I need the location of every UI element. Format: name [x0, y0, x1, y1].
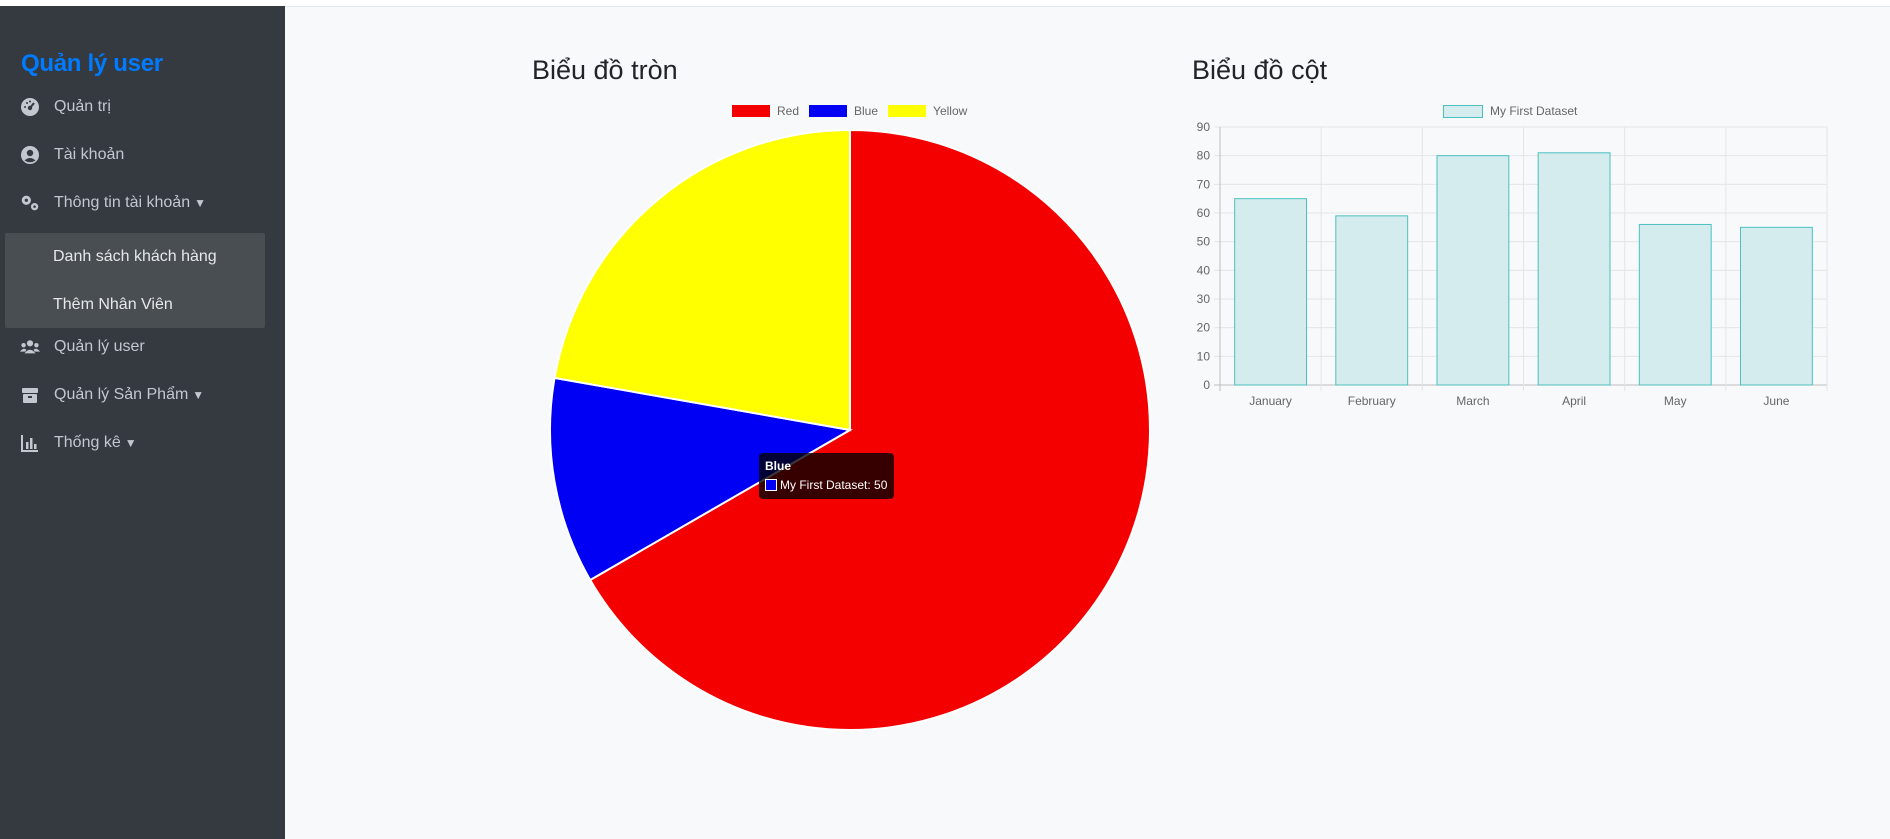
y-tick-label: 90: [1197, 120, 1211, 134]
x-tick-label: May: [1664, 394, 1687, 408]
sidebar-item-admin[interactable]: Quản trị: [0, 83, 285, 131]
sidebar: Quản lý user Quản trị Tài khoản Thông ti…: [0, 6, 285, 839]
tooltip-text: My First Dataset: 50: [780, 478, 888, 492]
bar-june[interactable]: [1740, 226, 1813, 386]
bar-chart-title: Biểu đồ cột: [1192, 55, 1328, 85]
dashboard-icon: [19, 96, 41, 118]
sidebar-item-account[interactable]: Tài khoản: [0, 131, 285, 179]
bar-april[interactable]: [1537, 152, 1611, 386]
sidebar-item-product-management[interactable]: Quản lý Sản Phẩm ▼: [0, 371, 285, 419]
submenu-item-add-employee[interactable]: Thêm Nhân Viên: [5, 281, 265, 329]
chart-tooltip: Blue My First Dataset: 50: [759, 453, 894, 499]
user-circle-icon: [19, 144, 41, 166]
users-icon: [19, 336, 41, 358]
sidebar-item-label: Thống kê: [54, 434, 121, 451]
legend-swatch: [888, 105, 927, 117]
chevron-down-icon: ▼: [124, 436, 137, 450]
submenu-item-label: Danh sách khách hàng: [53, 248, 217, 265]
chevron-down-icon: ▼: [194, 196, 206, 210]
cogs-icon: [19, 192, 41, 214]
tooltip-title: Blue: [765, 459, 792, 473]
submenu-item-customer-list[interactable]: Danh sách khách hàng: [5, 233, 265, 281]
pie-legend-item[interactable]: Blue: [809, 104, 878, 118]
x-tick-label: February: [1348, 394, 1396, 408]
bar-february[interactable]: [1335, 215, 1409, 386]
sidebar-item-statistics[interactable]: Thống kê ▼: [0, 419, 285, 467]
sidebar-item-account-info[interactable]: Thông tin tài khoản ▼: [0, 179, 285, 227]
submenu-item-label: Thêm Nhân Viên: [53, 296, 173, 313]
y-tick-label: 50: [1197, 235, 1211, 249]
y-tick-label: 40: [1197, 263, 1211, 277]
legend-label: Red: [777, 104, 800, 118]
bar-may[interactable]: [1638, 223, 1712, 386]
account-submenu: Danh sách khách hàng Thêm Nhân Viên: [5, 233, 265, 328]
x-tick-label: January: [1249, 394, 1292, 408]
y-tick-label: 60: [1197, 206, 1211, 220]
y-tick-label: 20: [1197, 321, 1211, 335]
bar-march[interactable]: [1436, 155, 1510, 386]
sidebar-item-label: Quản lý Sản Phẩm: [54, 386, 189, 403]
tooltip-body: My First Dataset: 50: [765, 478, 887, 492]
y-tick-label: 70: [1197, 177, 1211, 191]
y-tick-label: 80: [1197, 149, 1211, 163]
sidebar-item-label: Thông tin tài khoản: [54, 194, 191, 211]
x-tick-label: March: [1456, 394, 1489, 408]
x-tick-label: June: [1763, 394, 1789, 408]
legend-swatch: [809, 105, 848, 117]
chevron-down-icon: ▼: [192, 388, 205, 402]
y-tick-label: 10: [1197, 349, 1211, 363]
sidebar-item-label: Tài khoản: [54, 146, 125, 163]
box-icon: [19, 384, 41, 406]
bar-chart[interactable]: 0 10 20 30 40 50 60 70 80 90 January February March A…: [1180, 115, 1840, 415]
legend-swatch: [732, 105, 770, 117]
pie-slice-yellow[interactable]: [553, 128, 851, 432]
sidebar-item-label: Quản trị: [54, 98, 111, 115]
legend-label: Yellow: [933, 104, 968, 118]
pie-legend-item[interactable]: Red: [732, 104, 799, 118]
sidebar-item-label: Quản lý user: [54, 338, 145, 355]
bar-january[interactable]: [1234, 198, 1307, 386]
pie-chart[interactable]: [540, 120, 1180, 740]
legend-label: Blue: [854, 104, 879, 118]
pie-legend: Red Blue Yellow: [732, 104, 977, 118]
tooltip-swatch: [765, 479, 777, 491]
y-tick-label: 30: [1197, 292, 1211, 306]
x-tick-label: April: [1562, 394, 1586, 408]
sidebar-item-user-management[interactable]: Quản lý user: [0, 323, 285, 371]
sidebar-brand[interactable]: Quản lý user: [21, 50, 163, 78]
pie-chart-title: Biểu đồ tròn: [532, 55, 678, 85]
chart-icon: [19, 432, 41, 454]
pie-legend-item[interactable]: Yellow: [888, 104, 967, 118]
y-tick-label: 0: [1203, 378, 1210, 392]
